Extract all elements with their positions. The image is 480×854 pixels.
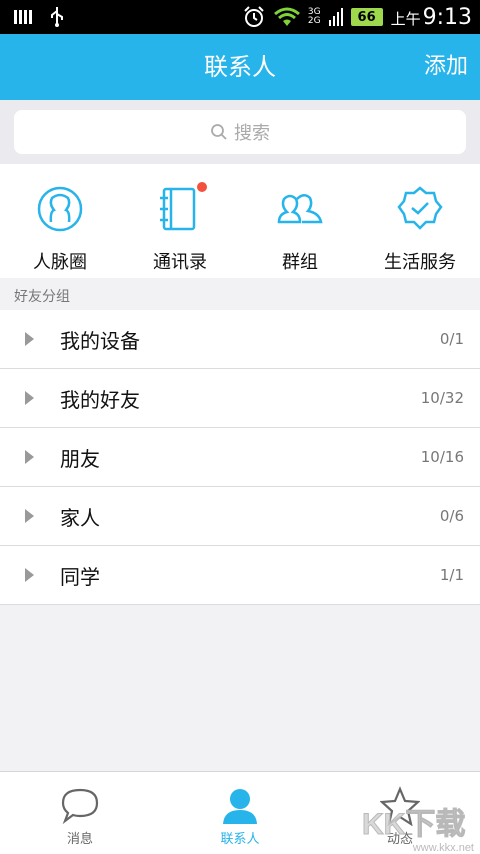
group-row[interactable]: 我的好友 10/32 <box>0 369 480 428</box>
expand-arrow-icon <box>25 391 34 405</box>
life-service-icon <box>397 186 443 230</box>
quick-action-address-book[interactable]: 通讯录 <box>120 164 240 278</box>
group-name: 家人 <box>60 505 100 530</box>
network-type: 3G 2G <box>308 8 321 26</box>
group-count: 0/6 <box>439 507 464 525</box>
alarm-icon <box>244 6 264 27</box>
search-icon <box>211 124 227 140</box>
cell-signal-icon <box>328 8 343 26</box>
message-bubble-icon <box>61 788 99 825</box>
group-row[interactable]: 我的设备 0/1 <box>0 310 480 369</box>
search-input[interactable]: 搜索 <box>14 110 466 154</box>
quick-action-label: 人脉圈 <box>33 252 87 273</box>
group-name: 我的好友 <box>60 387 140 412</box>
friend-group-list: 我的设备 0/1 我的好友 10/32 朋友 10/16 家人 0/6 同学 1… <box>0 310 480 605</box>
expand-arrow-icon <box>25 509 34 523</box>
expand-arrow-icon <box>25 332 34 346</box>
group-row[interactable]: 同学 1/1 <box>0 546 480 605</box>
usb-icon <box>51 7 63 27</box>
group-count: 1/1 <box>439 566 464 584</box>
status-bar: 3G 2G 66 上午9:13 <box>0 0 480 34</box>
network-type-bottom: 2G <box>307 16 321 26</box>
quick-action-label: 群组 <box>282 252 318 273</box>
battery-indicator: 66 <box>350 8 383 26</box>
expand-arrow-icon <box>25 568 34 582</box>
svg-text:KK下载: KK下载 <box>362 808 465 841</box>
wifi-icon <box>273 7 300 26</box>
nav-label: 联系人 <box>220 832 260 847</box>
watermark-url: www.kkx.net <box>412 842 474 854</box>
group-row[interactable]: 家人 0/6 <box>0 487 480 546</box>
search-area: 搜索 <box>0 100 480 164</box>
section-label: 好友分组 <box>14 289 70 305</box>
title-bar: 联系人 添加 <box>0 34 480 100</box>
expand-arrow-icon <box>25 450 34 464</box>
group-name: 朋友 <box>60 446 100 471</box>
add-button[interactable]: 添加 <box>424 34 468 100</box>
search-placeholder: 搜索 <box>234 123 270 144</box>
quick-action-label: 生活服务 <box>384 252 456 273</box>
page-title: 联系人 <box>204 53 276 81</box>
group-count: 10/32 <box>420 389 464 407</box>
group-count: 0/1 <box>439 330 464 348</box>
quick-actions: 人脉圈 通讯录 群组 生活服务 <box>0 164 480 278</box>
status-time: 9:13 <box>422 4 472 30</box>
group-row[interactable]: 朋友 10/16 <box>0 428 480 487</box>
signal-bars-icon <box>14 10 32 24</box>
status-ampm: 上午 <box>390 9 421 28</box>
contact-person-icon <box>223 789 257 824</box>
quick-action-groups[interactable]: 群组 <box>240 164 360 278</box>
quick-action-life-service[interactable]: 生活服务 <box>360 164 480 278</box>
nav-label: 消息 <box>66 832 93 847</box>
notification-dot <box>197 182 207 192</box>
nav-tab-messages[interactable]: 消息 <box>0 772 160 854</box>
group-count: 10/16 <box>420 448 464 466</box>
group-icon <box>277 194 323 224</box>
nav-tab-contacts[interactable]: 联系人 <box>160 772 320 854</box>
contacts-circle-icon <box>37 186 83 232</box>
address-book-icon <box>160 187 196 231</box>
quick-action-label: 通讯录 <box>153 252 207 273</box>
group-name: 我的设备 <box>60 328 140 353</box>
quick-action-network[interactable]: 人脉圈 <box>0 164 120 278</box>
group-name: 同学 <box>60 564 100 589</box>
